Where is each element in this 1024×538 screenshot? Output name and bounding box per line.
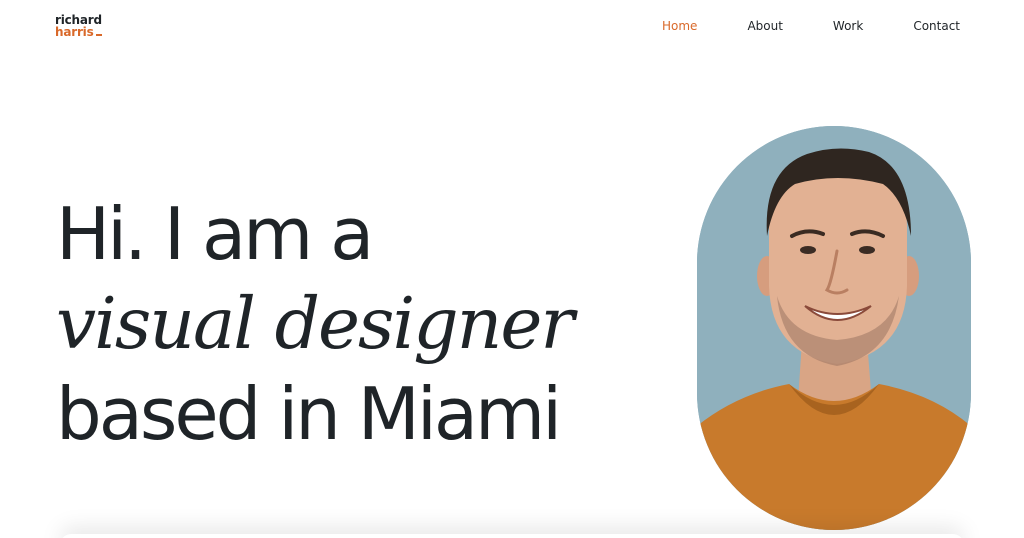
- page: richard harris Home About Work Contact H…: [0, 0, 1024, 538]
- nav-work[interactable]: Work: [833, 19, 863, 33]
- nav-about[interactable]: About: [747, 19, 782, 33]
- hero-headline: Hi. I am a visual designer based in Miam…: [56, 188, 574, 460]
- logo-dash: [95, 34, 102, 36]
- logo-last-name-text: harris: [55, 25, 94, 39]
- hero-line-2: visual designer: [56, 282, 574, 365]
- logo-last-name: harris: [55, 26, 102, 38]
- logo[interactable]: richard harris: [55, 14, 102, 38]
- profile-photo-illustration: [697, 126, 971, 530]
- nav-home[interactable]: Home: [662, 19, 697, 33]
- section-edge-shadow: [60, 534, 964, 538]
- main-nav: Home About Work Contact: [612, 19, 960, 33]
- profile-photo: [697, 126, 971, 530]
- hero-line-3: based in Miami: [56, 372, 562, 456]
- right-eye: [859, 246, 875, 254]
- left-eye: [800, 246, 816, 254]
- hero-line-1: Hi. I am a: [56, 192, 374, 276]
- nav-contact[interactable]: Contact: [913, 19, 960, 33]
